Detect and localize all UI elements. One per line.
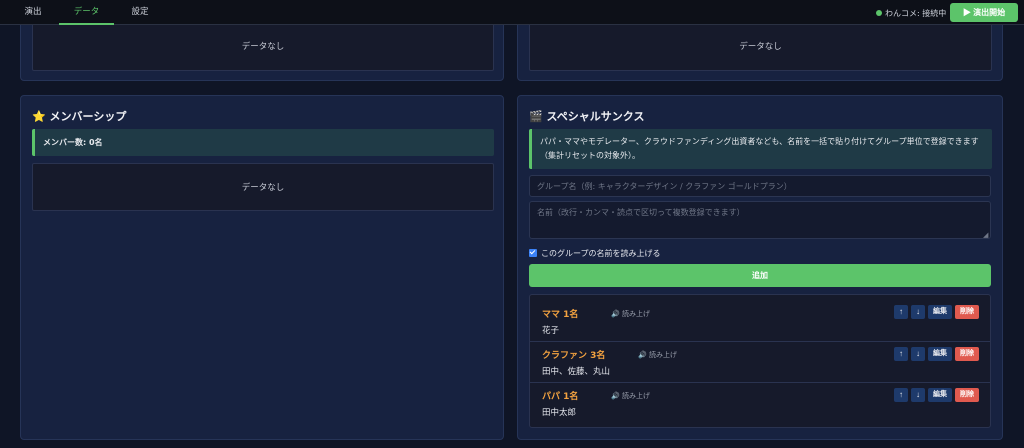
group-list: ママ 1名 🔊 読み上げ 花子 ↑ ↓ 編集 削除 クラファン 3名 🔊 読み上… <box>529 294 991 428</box>
special-thanks-title: 🎬 スペシャルサンクス <box>529 108 644 124</box>
delete-button[interactable]: 削除 <box>955 305 979 319</box>
empty-state: データなし <box>529 21 992 71</box>
edit-button[interactable]: 編集 <box>928 347 952 361</box>
move-down-button[interactable]: ↓ <box>911 347 925 361</box>
names-textarea[interactable] <box>529 201 991 239</box>
group-name: ママ 1名 <box>542 310 579 320</box>
move-up-button[interactable]: ↑ <box>894 347 908 361</box>
move-up-button[interactable]: ↑ <box>894 305 908 319</box>
membership-title: ⭐ メンバーシップ <box>32 108 126 124</box>
member-count-banner: メンバー数: 0名 <box>32 129 494 156</box>
special-thanks-title-text: スペシャルサンクス <box>546 110 645 123</box>
delete-button[interactable]: 削除 <box>955 347 979 361</box>
group-item: ママ 1名 🔊 読み上げ 花子 ↑ ↓ 編集 削除 <box>530 300 990 340</box>
read-names-checkbox[interactable] <box>529 249 537 257</box>
start-performance-button[interactable]: ▶ 演出開始 <box>950 3 1018 22</box>
edit-button[interactable]: 編集 <box>928 388 952 402</box>
group-item: クラファン 3名 🔊 読み上げ 田中、佐藤、丸山 ↑ ↓ 編集 削除 <box>530 341 990 381</box>
group-name: パパ 1名 <box>542 392 579 402</box>
connection-status: わんコメ: 接続中 <box>876 8 946 19</box>
membership-empty-state: データなし <box>32 163 494 211</box>
tab-data[interactable]: データ <box>59 0 114 25</box>
group-name: クラファン 3名 <box>542 351 606 361</box>
status-dot-icon <box>876 10 882 16</box>
read-aloud-badge: 🔊 読み上げ <box>611 310 650 318</box>
top-nav-bar: 演出 データ 設定 わんコメ: 接続中 ▶ 演出開始 <box>0 0 1024 25</box>
read-names-label: このグループの名前を読み上げる <box>541 249 661 258</box>
add-group-button[interactable]: 追加 <box>529 264 991 287</box>
group-members: 田中太郎 <box>542 408 577 418</box>
group-members: 田中、佐藤、丸山 <box>542 367 611 377</box>
read-aloud-badge: 🔊 読み上げ <box>611 392 650 400</box>
special-thanks-description: パパ・ママやモデレーター、クラウドファンディング出資者なども、名前を一括で貼り付… <box>529 129 992 169</box>
top-left-panel: データなし <box>20 20 504 81</box>
move-up-button[interactable]: ↑ <box>894 388 908 402</box>
connection-status-text: わんコメ: 接続中 <box>885 9 947 18</box>
read-names-checkbox-row[interactable]: このグループの名前を読み上げる <box>529 248 661 259</box>
tab-performance[interactable]: 演出 <box>14 0 52 25</box>
group-members: 花子 <box>542 326 560 336</box>
group-name-input[interactable] <box>529 175 991 197</box>
star-icon: ⭐ <box>32 110 46 123</box>
delete-button[interactable]: 削除 <box>955 388 979 402</box>
tab-settings[interactable]: 設定 <box>120 0 160 25</box>
group-item: パパ 1名 🔊 読み上げ 田中太郎 ↑ ↓ 編集 削除 <box>530 382 990 422</box>
clapperboard-icon: 🎬 <box>529 110 543 123</box>
membership-panel: ⭐ メンバーシップ メンバー数: 0名 データなし <box>20 95 504 440</box>
read-aloud-badge: 🔊 読み上げ <box>638 351 677 359</box>
resize-grip-icon[interactable]: ◢ <box>983 231 988 239</box>
empty-state: データなし <box>32 21 494 71</box>
top-right-panel: データなし <box>517 20 1003 81</box>
move-down-button[interactable]: ↓ <box>911 388 925 402</box>
edit-button[interactable]: 編集 <box>928 305 952 319</box>
move-down-button[interactable]: ↓ <box>911 305 925 319</box>
membership-title-text: メンバーシップ <box>49 110 127 123</box>
